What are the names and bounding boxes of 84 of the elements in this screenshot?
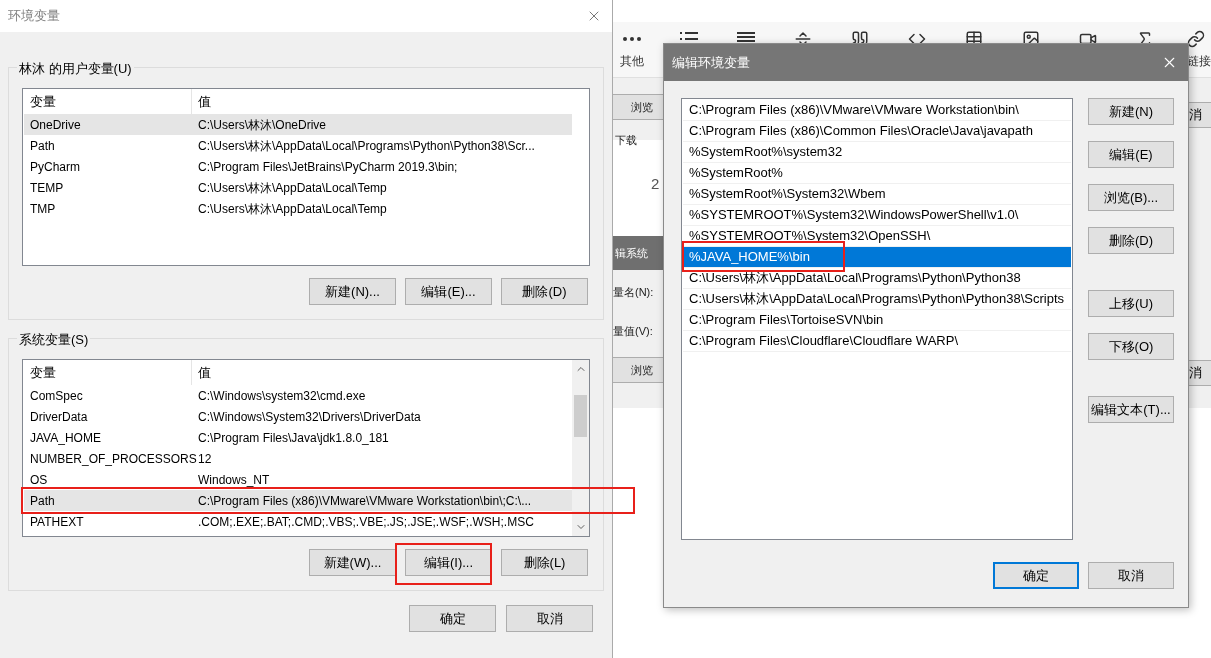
- link-icon: [1187, 30, 1205, 48]
- dialog-button[interactable]: 编辑(I)...: [405, 549, 492, 576]
- variable-value: C:\Windows\System32\Drivers\DriverData: [197, 408, 422, 426]
- dialog-button[interactable]: 浏览(B)...: [1088, 184, 1174, 211]
- variable-value: C:\Users\林沐\AppData\Local\Temp: [197, 179, 388, 197]
- dialog-button[interactable]: 删除(D): [501, 278, 588, 305]
- variable-name: Path: [29, 492, 56, 510]
- path-item[interactable]: %SystemRoot%\System32\Wbem: [683, 184, 1071, 205]
- field-label: 量值(V):: [613, 323, 653, 339]
- scrollbar[interactable]: [572, 360, 589, 536]
- variable-row[interactable]: TMP C:\Users\林沐\AppData\Local\Temp: [24, 198, 572, 219]
- column-header[interactable]: 值: [192, 89, 572, 114]
- window-title: 编辑环境变量: [672, 53, 750, 72]
- dialog-button[interactable]: 编辑(E): [1088, 141, 1174, 168]
- path-item[interactable]: %SYSTEMROOT%\System32\WindowsPowerShell\v1.0\: [683, 205, 1071, 226]
- variable-name: PyCharm: [29, 158, 81, 176]
- variable-value: .COM;.EXE;.BAT;.CMD;.VBS;.VBE;.JS;.JSE;.WSF;.WSH;.MSC: [197, 513, 535, 531]
- dialog-button[interactable]: 确定: [993, 562, 1079, 589]
- number-text: 2: [650, 173, 661, 194]
- dialog-button[interactable]: 取消: [1088, 562, 1174, 589]
- variable-value: C:\Windows\system32\cmd.exe: [197, 387, 367, 405]
- section-text: 下载: [614, 133, 638, 148]
- cancel-button[interactable]: 消: [1189, 360, 1211, 386]
- variable-row[interactable]: OS Windows_NT: [24, 469, 572, 490]
- variable-row[interactable]: Path C:\Program Files (x86)\VMware\VMware Workstation\bin\;C:\...: [24, 490, 572, 511]
- browse-button[interactable]: 浏览: [613, 94, 663, 120]
- field-label: 量名(N):: [613, 285, 654, 300]
- variable-name: OneDrive: [29, 116, 82, 134]
- path-item[interactable]: C:\Program Files\Cloudflare\Cloudflare WARP\: [683, 331, 1071, 352]
- dialog-button[interactable]: 新建(N): [1088, 98, 1174, 125]
- variable-name: TEMP: [29, 179, 65, 197]
- column-header[interactable]: 变量: [24, 360, 192, 385]
- dialog-button[interactable]: 上移(U): [1088, 290, 1174, 317]
- dialog-button[interactable]: 删除(D): [1088, 227, 1174, 254]
- variable-row[interactable]: OneDrive C:\Users\林沐\OneDrive: [24, 114, 572, 135]
- dialog-button[interactable]: 新建(W)...: [309, 549, 396, 576]
- path-item[interactable]: C:\Program Files (x86)\Common Files\Oracle\Java\javapath: [683, 121, 1071, 142]
- variable-name: ComSpec: [29, 387, 84, 405]
- path-item[interactable]: %JAVA_HOME%\bin: [683, 247, 1071, 268]
- variable-name: Path: [29, 137, 56, 155]
- variable-row[interactable]: TEMP C:\Users\林沐\AppData\Local\Temp: [24, 177, 572, 198]
- group-title: 林沐 的用户变量(U): [17, 59, 134, 79]
- dialog-button[interactable]: 取消: [506, 605, 593, 632]
- variable-value: C:\Program Files (x86)\VMware\VMware Workstation\bin\;C:\...: [197, 492, 533, 510]
- window-title: 辑系统: [613, 236, 663, 270]
- window-title: 环境变量: [8, 7, 60, 26]
- path-item[interactable]: C:\Users\林沐\AppData\Local\Programs\Python\Python38: [683, 268, 1071, 289]
- variable-row[interactable]: JAVA_HOME C:\Program Files\Java\jdk1.8.0_181: [24, 427, 572, 448]
- variable-name: OS: [29, 471, 49, 489]
- variable-name: TMP: [29, 200, 57, 218]
- dialog-button[interactable]: 新建(N)...: [309, 278, 396, 305]
- variable-row[interactable]: Path C:\Users\林沐\AppData\Local\Programs\Python\Python38\Scr...: [24, 135, 572, 156]
- variable-value: C:\Users\林沐\AppData\Local\Temp: [197, 200, 388, 218]
- path-item[interactable]: C:\Program Files\TortoiseSVN\bin: [683, 310, 1071, 331]
- variable-name: DriverData: [29, 408, 89, 426]
- variable-name: JAVA_HOME: [29, 429, 102, 447]
- variable-value: C:\Program Files\Java\jdk1.8.0_181: [197, 429, 390, 447]
- variable-row[interactable]: ComSpec C:\Windows\system32\cmd.exe: [24, 385, 572, 406]
- path-item[interactable]: C:\Program Files (x86)\VMware\VMware Workstation\bin\: [683, 100, 1071, 121]
- dialog-button[interactable]: 下移(O): [1088, 333, 1174, 360]
- column-header[interactable]: 值: [192, 360, 572, 385]
- variable-value: Windows_NT: [197, 471, 271, 489]
- variable-value: C:\Users\林沐\OneDrive: [197, 116, 328, 134]
- dialog-button[interactable]: 删除(L): [501, 549, 588, 576]
- variable-row[interactable]: PyCharm C:\Program Files\JetBrains\PyCharm 2019.3\bin;: [24, 156, 572, 177]
- dialog-button[interactable]: 确定: [409, 605, 496, 632]
- path-item[interactable]: %SystemRoot%: [683, 163, 1071, 184]
- dialog-button[interactable]: 编辑(E)...: [405, 278, 492, 305]
- variable-value: C:\Program Files\JetBrains\PyCharm 2019.3\bin;: [197, 158, 459, 176]
- variable-row[interactable]: DriverData C:\Windows\System32\Drivers\DriverData: [24, 406, 572, 427]
- more-icon: [623, 37, 641, 41]
- variable-value: 12: [197, 450, 213, 468]
- path-item[interactable]: %SystemRoot%\system32: [683, 142, 1071, 163]
- path-item[interactable]: C:\Users\林沐\AppData\Local\Programs\Python\Python38\Scripts: [683, 289, 1071, 310]
- variable-row[interactable]: PATHEXT .COM;.EXE;.BAT;.CMD;.VBS;.VBE;.JS;.JSE;.WSF;.WSH;.MSC: [24, 511, 572, 532]
- toolbar-button[interactable]: 其他: [617, 30, 647, 70]
- group-title: 系统变量(S): [17, 330, 91, 350]
- variable-row[interactable]: NUMBER_OF_PROCESSORS 12: [24, 448, 572, 469]
- cancel-button[interactable]: 消: [1189, 102, 1211, 128]
- dialog-button[interactable]: 编辑文本(T)...: [1088, 396, 1174, 423]
- variable-name: PATHEXT: [29, 513, 85, 531]
- browse-button[interactable]: 浏览: [613, 357, 663, 383]
- variable-value: C:\Users\林沐\AppData\Local\Programs\Python\Python38\Scr...: [197, 137, 536, 155]
- scrollbar-thumb[interactable]: [574, 395, 587, 437]
